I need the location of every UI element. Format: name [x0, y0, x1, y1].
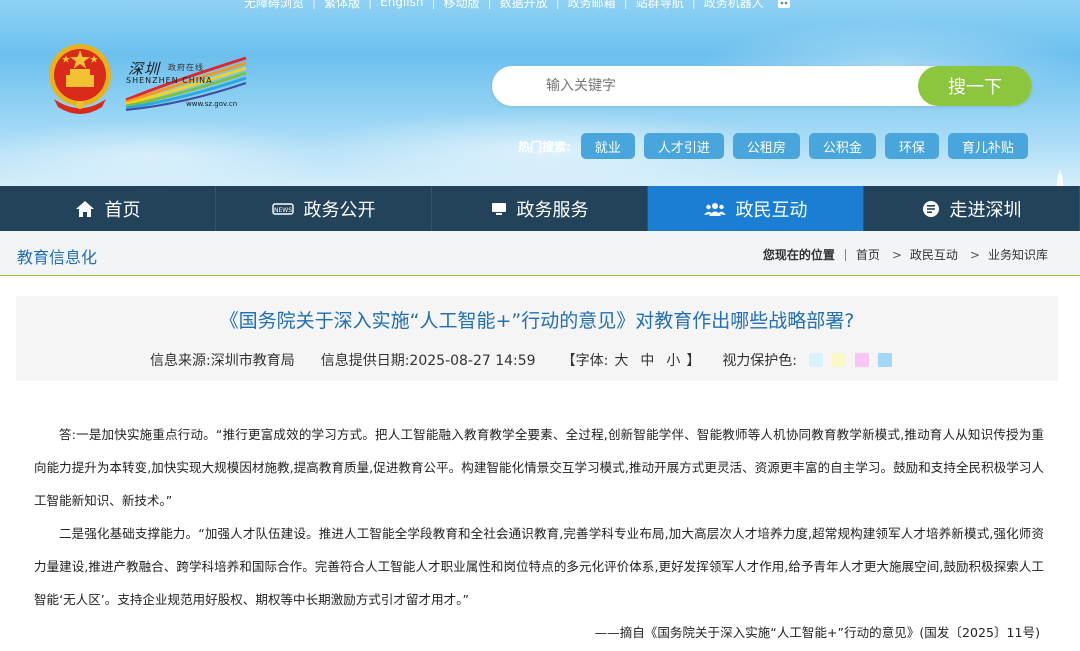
shenzhen-gov-logo[interactable]: 深圳 政府在线 SHENZHEN CHINA www.sz.gov.cn: [124, 54, 248, 112]
breadcrumb-knowledge-base[interactable]: 业务知识库: [988, 246, 1048, 263]
logo-gov-text: 政府在线: [168, 63, 204, 72]
hot-search-chip[interactable]: 公租房: [732, 133, 800, 159]
logo-url-text: www.sz.gov.cn: [186, 100, 238, 108]
info-source: 信息来源:深圳市教育局: [150, 353, 295, 369]
section-bar: 教育信息化 您现在的位置 首页 > 政民互动 > 业务知识库: [0, 231, 1080, 276]
hot-search: 热门搜索: 就业 人才引进 公租房 公积金 环保 育儿补贴: [518, 133, 1037, 159]
nav-gov-services[interactable]: 政务服务: [432, 186, 648, 231]
top-link-gov-mail[interactable]: 政务邮箱: [560, 0, 624, 11]
robot-icon[interactable]: [776, 0, 792, 9]
hot-search-chip[interactable]: 人才引进: [643, 133, 724, 159]
location-label: 您现在的位置: [762, 248, 835, 262]
info-date: 信息提供日期:2025-08-27 14:59: [320, 353, 536, 369]
hot-search-chip[interactable]: 就业: [580, 133, 635, 159]
nav-about-shenzhen[interactable]: 走进深圳: [864, 186, 1080, 231]
users-icon: [703, 202, 726, 216]
article-header: 《国务院关于深入实施“人工智能+”行动的意见》对教育作出哪些战略部署? 信息来源…: [16, 296, 1058, 381]
top-link-robot[interactable]: 政务机器人: [696, 0, 772, 11]
breadcrumb: 您现在的位置 首页 > 政民互动 > 业务知识库: [763, 246, 1048, 263]
svg-text:NEWS: NEWS: [273, 207, 291, 214]
font-small-button[interactable]: 小: [666, 350, 680, 370]
section-title[interactable]: 教育信息化: [17, 244, 97, 268]
header-cloud: [0, 120, 340, 186]
top-link-traditional[interactable]: 繁体版: [316, 0, 368, 11]
nav-gov-affairs-open[interactable]: NEWS 政务公开: [216, 186, 432, 231]
nav-label: 政务服务: [516, 199, 589, 221]
nav-label: 走进深圳: [949, 199, 1022, 221]
breadcrumb-arrow-icon: >: [891, 247, 902, 262]
info-icon: [922, 200, 939, 217]
national-emblem-icon: [49, 44, 111, 114]
skyscraper-icon: [1056, 170, 1064, 186]
nav-label: 首页: [104, 199, 141, 221]
search-input[interactable]: [546, 75, 896, 97]
article-paragraph: 答:一是加快实施重点行动。“推行更富成效的学习方式。把人工智能融入教育教学全要素…: [34, 427, 1044, 508]
nav-label: 政务公开: [303, 199, 376, 221]
eye-care-label: 视力保护色:: [722, 353, 798, 369]
home-icon: [75, 200, 94, 217]
eye-care-swatch[interactable]: [855, 353, 870, 367]
font-size-label-close: 】: [686, 353, 701, 369]
nav-label: 政民互动: [735, 199, 808, 221]
nav-public-interaction[interactable]: 政民互动: [648, 186, 864, 231]
article-title: 《国务院关于深入实施“人工智能+”行动的意见》对教育作出哪些战略部署?: [219, 310, 855, 332]
article-paragraph: 二是强化基础支撑能力。“加强人才队伍建设。推进人工智能全学段教育和全社会通识教育…: [34, 526, 1044, 607]
hot-search-chip[interactable]: 公积金: [808, 133, 876, 159]
top-link-english[interactable]: English: [372, 0, 431, 9]
eye-care-swatch[interactable]: [832, 353, 847, 367]
news-icon: NEWS: [271, 202, 294, 215]
article-meta: 信息来源:深圳市教育局 信息提供日期:2025-08-27 14:59 【字体:…: [150, 350, 901, 370]
font-large-button[interactable]: 大: [614, 350, 628, 370]
eye-care-swatch[interactable]: [878, 353, 893, 367]
breadcrumb-divider: [844, 248, 846, 261]
hot-search-chip[interactable]: 育儿补贴: [947, 133, 1028, 159]
article-source-note: ——摘自《国务院关于深入实施“人工智能+”行动的意见》(国发〔2025〕11号): [594, 625, 1040, 640]
hot-search-chip[interactable]: 环保: [884, 133, 939, 159]
hot-search-label: 热门搜索:: [518, 139, 571, 154]
search-button[interactable]: 搜一下: [918, 66, 1032, 106]
site-header: 无障碍浏览 | 繁体版 | English | 移动版 | 数据开放 | 政务邮箱 | 站群…: [0, 0, 1080, 186]
top-link-accessibility[interactable]: 无障碍浏览: [236, 0, 312, 11]
top-link-open-data[interactable]: 数据开放: [492, 0, 556, 11]
monitor-icon: [491, 202, 506, 215]
breadcrumb-home[interactable]: 首页: [856, 246, 880, 263]
article-body: 答:一是加快实施重点行动。“推行更富成效的学习方式。把人工智能融入教育教学全要素…: [34, 418, 1044, 649]
breadcrumb-interaction[interactable]: 政民互动: [910, 246, 958, 263]
breadcrumb-arrow-icon: >: [969, 247, 980, 262]
top-link-site-nav[interactable]: 站群导航: [628, 0, 692, 11]
main-nav: 首页 NEWS 政务公开 政务服务 政民互动 走进深圳: [0, 186, 1080, 231]
logo-english-text: SHENZHEN CHINA: [126, 76, 213, 85]
top-links: 无障碍浏览 | 繁体版 | English | 移动版 | 数据开放 | 政务邮箱 | 站群…: [236, 0, 792, 11]
top-link-mobile[interactable]: 移动版: [436, 0, 488, 11]
font-size-label: 【字体:: [561, 353, 609, 369]
nav-home[interactable]: 首页: [0, 186, 216, 231]
search-box: 搜一下: [492, 66, 1032, 106]
font-medium-button[interactable]: 中: [640, 350, 654, 370]
eye-care-swatch[interactable]: [809, 353, 824, 367]
